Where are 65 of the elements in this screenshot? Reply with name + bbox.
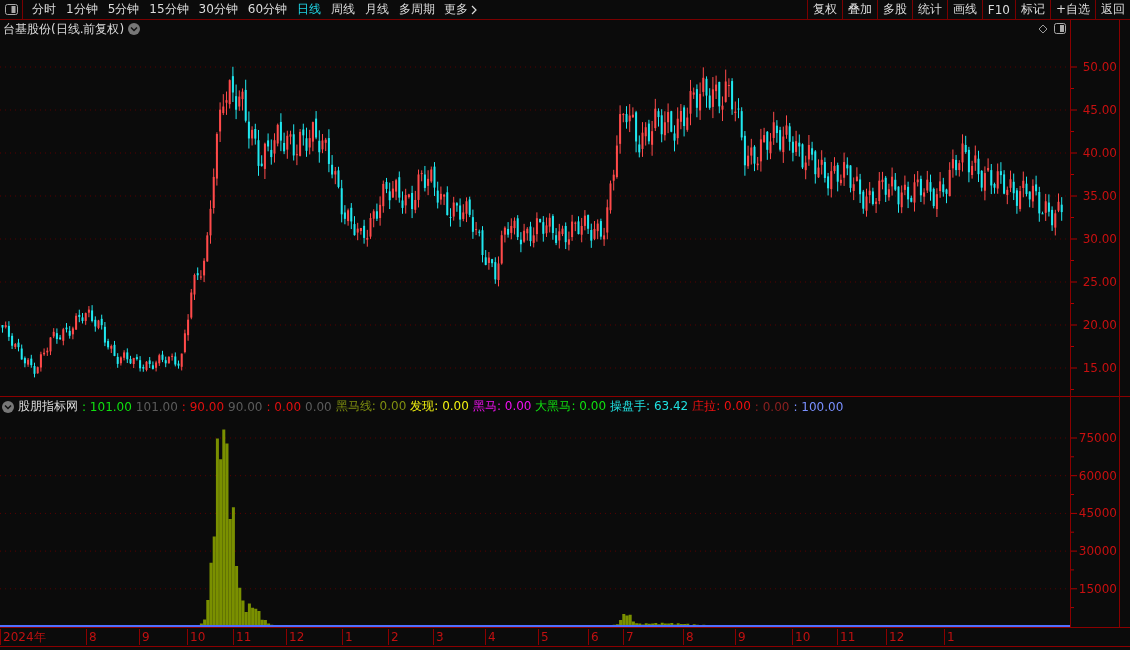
date-label: 1 (342, 629, 353, 645)
date-label: 10 (792, 629, 811, 645)
legend-value: : 101.00 (82, 399, 132, 414)
value-label: 60000 (1078, 468, 1117, 483)
period-tab[interactable]: 分时 (27, 0, 61, 19)
date-label: 1 (944, 629, 955, 645)
date-label: 3 (433, 629, 444, 645)
period-tab[interactable]: 60分钟 (242, 0, 293, 19)
date-label: 8 (683, 629, 694, 645)
legend-value: : 0.00 (754, 399, 790, 414)
more-button[interactable]: 更多 (440, 1, 482, 18)
price-label: 45.00 (1082, 103, 1117, 117)
value-label: 75000 (1078, 431, 1117, 445)
date-label: 11 (837, 629, 856, 645)
panel-toggle-icon[interactable] (1054, 23, 1066, 34)
date-label: 12 (886, 629, 905, 645)
period-tab[interactable]: 5分钟 (102, 0, 145, 19)
sidebar-toggle-icon[interactable] (4, 4, 18, 15)
period-tab[interactable]: 多周期 (394, 0, 441, 19)
chevron-down-icon[interactable] (2, 400, 14, 413)
date-label: 10 (187, 629, 206, 645)
legend-value: 庄拉: 0.00 (692, 398, 751, 415)
price-label: 30.00 (1082, 232, 1117, 246)
period-tab[interactable]: 30分钟 (193, 0, 243, 19)
value-label: 15000 (1078, 581, 1117, 596)
date-label: 5 (538, 629, 549, 645)
price-label: 50.00 (1082, 60, 1117, 74)
price-label: 20.00 (1082, 318, 1117, 332)
price-label: 40.00 (1082, 146, 1117, 160)
period-tab[interactable]: 15分钟 (144, 0, 194, 19)
date-label: 8 (86, 629, 97, 645)
price-label: 15.00 (1082, 361, 1117, 375)
period-tab[interactable]: 日线 (292, 0, 327, 19)
legend-value: : 100.00 (793, 399, 844, 414)
diamond-icon[interactable] (1038, 23, 1048, 34)
chevron-down-icon[interactable] (128, 23, 141, 35)
date-label: 6 (588, 629, 599, 645)
date-label: 2024年 (0, 629, 46, 645)
legend-value: 0.00 (305, 399, 332, 414)
indicator-name: 股朋指标网 (18, 398, 78, 415)
legend-value: 操盘手: 63.42 (610, 398, 689, 415)
price-label: 25.00 (1082, 275, 1117, 289)
legend-value: 大黑马: 0.00 (535, 398, 607, 415)
chart-title: 台基股份(日线.前复权) (3, 20, 125, 38)
price-label: 35.00 (1082, 189, 1117, 203)
legend-value: 101.00 (135, 399, 178, 414)
legend-value: 90.00 (228, 399, 263, 414)
chevron-right-icon (471, 4, 478, 15)
date-label: 7 (623, 629, 634, 645)
legend-value: : 0.00 (266, 399, 301, 414)
legend-value: 黑马线: 0.00 (335, 398, 407, 415)
legend-value: 黑马: 0.00 (472, 398, 532, 415)
period-tab[interactable]: 周线 (326, 0, 361, 19)
legend-value: : 90.00 (181, 399, 225, 414)
period-tab[interactable]: 月线 (360, 0, 395, 19)
period-tab[interactable]: 1分钟 (61, 0, 103, 19)
date-label: 9 (139, 629, 150, 645)
date-label: 9 (735, 629, 746, 645)
date-label: 4 (485, 629, 496, 645)
value-label: 30000 (1078, 544, 1117, 559)
date-label: 12 (286, 629, 305, 645)
value-label: 45000 (1078, 506, 1117, 521)
date-label: 11 (233, 629, 252, 645)
legend-value: 发现: 0.00 (410, 398, 469, 415)
date-label: 2 (388, 629, 399, 645)
